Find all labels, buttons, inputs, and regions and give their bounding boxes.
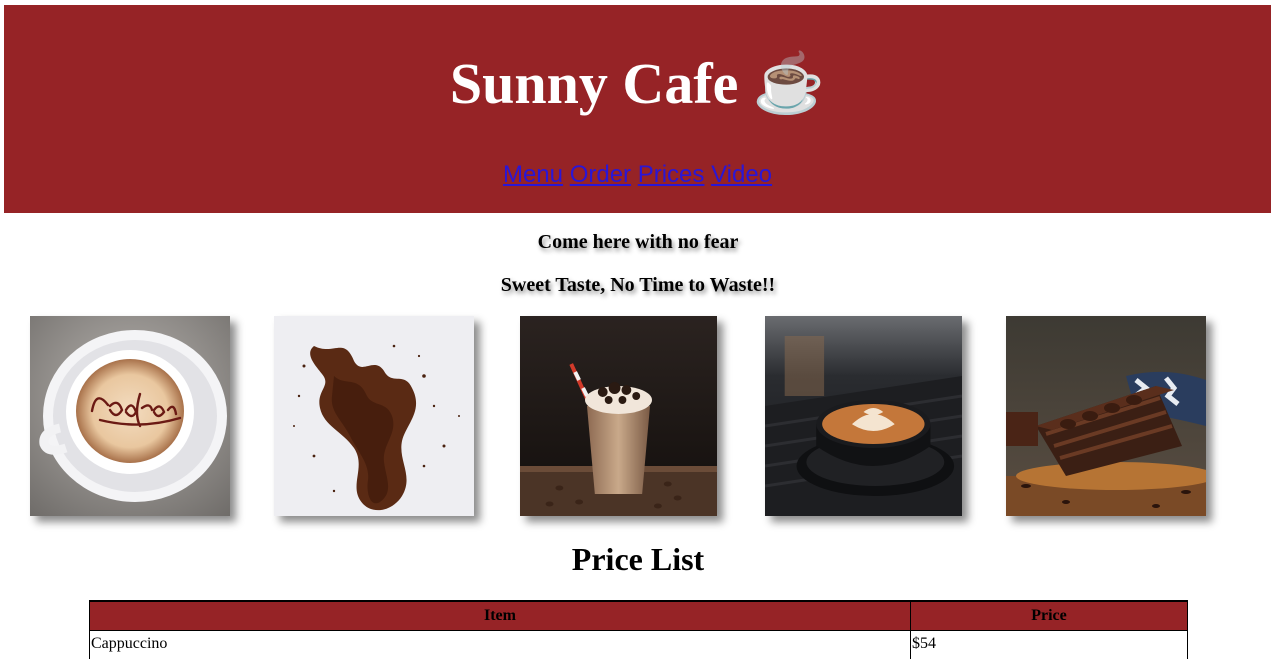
column-header-price: Price <box>911 601 1188 631</box>
table-header-row: Item Price <box>90 601 1188 631</box>
coffee-grounds-photo <box>274 316 474 516</box>
price-list-title: Price List <box>0 538 1276 580</box>
nav-link-order[interactable]: Order <box>570 161 631 188</box>
item-cell: Cappuccino <box>90 631 911 659</box>
nav-link-prices[interactable]: Prices <box>638 161 705 188</box>
price-table: Item Price Cappuccino $54 <box>89 600 1188 659</box>
latte-art-cup-photo <box>765 316 962 516</box>
iced-frappe-photo <box>520 316 717 516</box>
column-header-item: Item <box>90 601 911 631</box>
site-header: Sunny Cafe ☕ Menu Order Prices Video <box>4 5 1271 213</box>
tagline-primary: Come here with no fear <box>0 231 1276 254</box>
cappuccino-cup-photo <box>30 316 230 516</box>
nav-link-menu[interactable]: Menu <box>503 161 563 188</box>
table-row: Cappuccino $54 <box>90 631 1188 659</box>
tagline-secondary: Sweet Taste, No Time to Waste!! <box>0 274 1276 297</box>
price-cell: $54 <box>911 631 1188 659</box>
main-nav: Menu Order Prices Video <box>4 161 1271 189</box>
chocolate-cake-slice-photo <box>1006 316 1206 516</box>
nav-link-video[interactable]: Video <box>711 161 772 188</box>
site-title: Sunny Cafe ☕ <box>4 49 1271 119</box>
